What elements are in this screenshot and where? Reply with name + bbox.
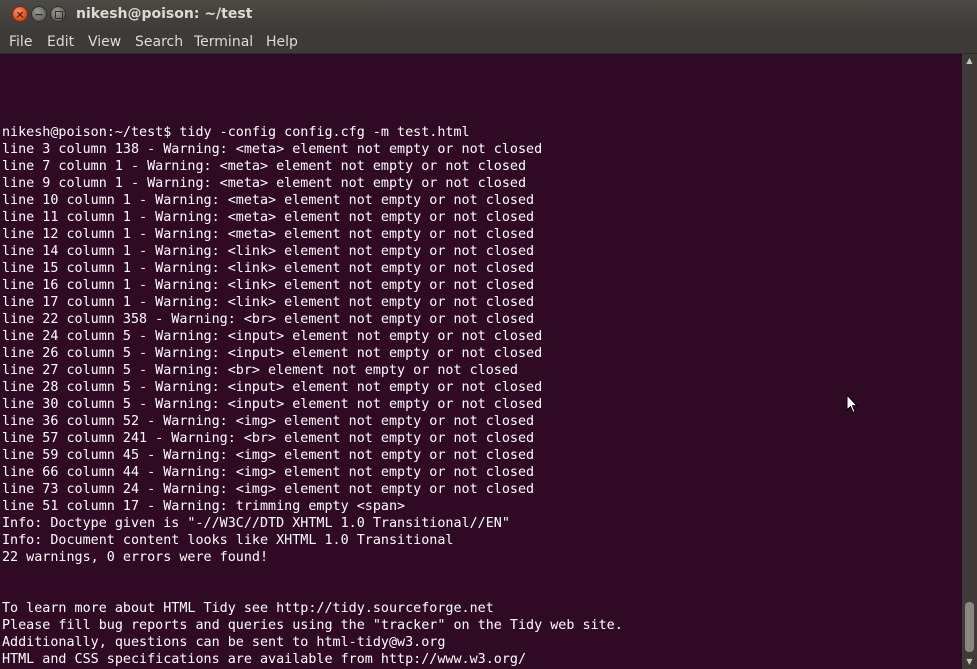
terminal-line: line 15 column 1 - Warning: <link> eleme… bbox=[2, 261, 535, 276]
scroll-down-button[interactable]: ▼ bbox=[962, 655, 977, 669]
terminal-line: line 73 column 24 - Warning: <img> eleme… bbox=[2, 482, 535, 497]
terminal-line: line 26 column 5 - Warning: <input> elem… bbox=[2, 346, 543, 361]
terminal-line: line 30 column 5 - Warning: <input> elem… bbox=[2, 397, 543, 412]
terminal-line: Please fill bug reports and queries usin… bbox=[2, 618, 623, 633]
terminal-line: line 36 column 52 - Warning: <img> eleme… bbox=[2, 414, 535, 429]
window-title: nikesh@poison: ~/test bbox=[76, 6, 253, 22]
terminal-line: To learn more about HTML Tidy see http:/… bbox=[2, 601, 494, 616]
terminal-line: HTML and CSS specifications are availabl… bbox=[2, 652, 527, 667]
menu-edit[interactable]: Edit bbox=[47, 34, 74, 50]
menu-help[interactable]: Help bbox=[266, 34, 298, 50]
terminal-line: line 28 column 5 - Warning: <input> elem… bbox=[2, 380, 543, 395]
terminal-line: line 12 column 1 - Warning: <meta> eleme… bbox=[2, 227, 535, 242]
terminal-line: line 3 column 138 - Warning: <meta> elem… bbox=[2, 142, 543, 157]
close-icon: × bbox=[15, 8, 25, 21]
maximize-icon bbox=[55, 11, 63, 19]
terminal-line: line 66 column 44 - Warning: <img> eleme… bbox=[2, 465, 535, 480]
terminal-line: line 51 column 17 - Warning: trimming em… bbox=[2, 499, 406, 514]
menu-view[interactable]: View bbox=[88, 34, 121, 50]
terminal-line: 22 warnings, 0 errors were found! bbox=[2, 550, 269, 565]
terminal-line: line 7 column 1 - Warning: <meta> elemen… bbox=[2, 159, 527, 174]
terminal-line: line 9 column 1 - Warning: <meta> elemen… bbox=[2, 176, 527, 191]
menu-file[interactable]: File bbox=[9, 34, 32, 50]
terminal-output: nikesh@poison:~/test$ tidy -config confi… bbox=[2, 90, 623, 669]
scrollbar-thumb[interactable] bbox=[965, 602, 974, 652]
terminal-line: line 27 column 5 - Warning: <br> element… bbox=[2, 363, 518, 378]
arrow-down-icon: ▼ bbox=[966, 657, 973, 666]
terminal-line: line 57 column 241 - Warning: <br> eleme… bbox=[2, 431, 535, 446]
minimize-icon: − bbox=[34, 8, 44, 21]
terminal-line: line 10 column 1 - Warning: <meta> eleme… bbox=[2, 193, 535, 208]
menu-bar: File Edit View Search Terminal Help bbox=[0, 30, 977, 54]
terminal-line: line 11 column 1 - Warning: <meta> eleme… bbox=[2, 210, 535, 225]
terminal-line: line 22 column 358 - Warning: <br> eleme… bbox=[2, 312, 535, 327]
close-button[interactable]: × bbox=[12, 6, 28, 22]
terminal-line: line 16 column 1 - Warning: <link> eleme… bbox=[2, 278, 535, 293]
scroll-up-button[interactable]: ▲ bbox=[962, 54, 977, 68]
title-bar[interactable]: × − nikesh@poison: ~/test bbox=[0, 0, 977, 30]
terminal-line: nikesh@poison:~/test$ tidy -config confi… bbox=[2, 125, 470, 140]
terminal-line: line 14 column 1 - Warning: <link> eleme… bbox=[2, 244, 535, 259]
terminal-window: × − nikesh@poison: ~/test File Edit View… bbox=[0, 0, 977, 669]
terminal-line: line 24 column 5 - Warning: <input> elem… bbox=[2, 329, 543, 344]
terminal-line: Info: Document content looks like XHTML … bbox=[2, 533, 454, 548]
mouse-pointer-icon bbox=[846, 394, 858, 414]
terminal-line: line 17 column 1 - Warning: <link> eleme… bbox=[2, 295, 535, 310]
minimize-button[interactable]: − bbox=[31, 6, 47, 22]
menu-terminal[interactable]: Terminal bbox=[194, 34, 253, 50]
terminal-line: Info: Doctype given is "-//W3C//DTD XHTM… bbox=[2, 516, 510, 531]
terminal-line: Additionally, questions can be sent to h… bbox=[2, 635, 446, 650]
terminal-area[interactable]: nikesh@poison:~/test$ tidy -config confi… bbox=[0, 54, 962, 669]
menu-search[interactable]: Search bbox=[135, 34, 183, 50]
maximize-button[interactable] bbox=[50, 6, 66, 22]
arrow-up-icon: ▲ bbox=[966, 56, 973, 65]
terminal-line: line 59 column 45 - Warning: <img> eleme… bbox=[2, 448, 535, 463]
vertical-scrollbar[interactable]: ▲ ▼ bbox=[962, 54, 977, 669]
